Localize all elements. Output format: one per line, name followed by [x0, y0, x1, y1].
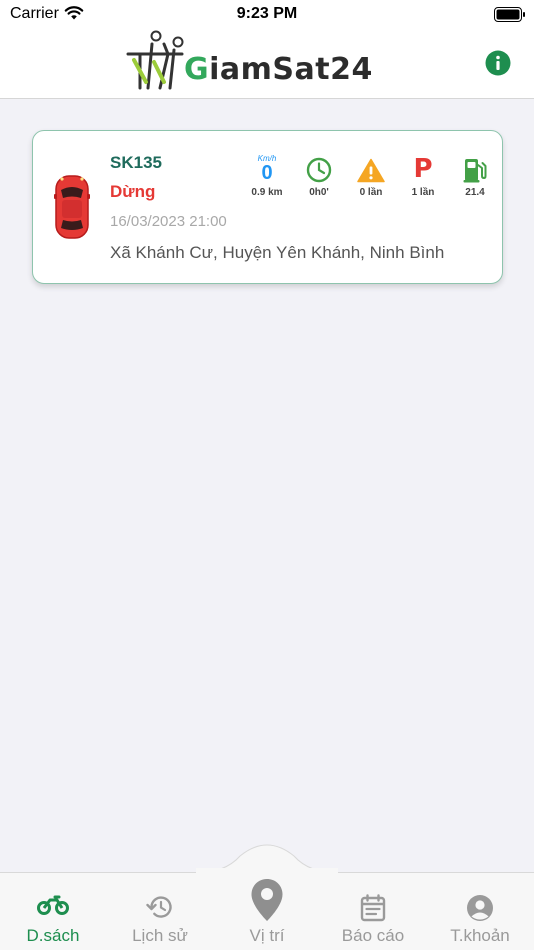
- tab-history-label: Lịch sử: [132, 926, 188, 945]
- warning-stat: 0 lần: [347, 153, 395, 198]
- tab-report[interactable]: Báo cáo: [320, 872, 426, 950]
- tab-list-label: D.sách: [26, 926, 80, 945]
- parking-count: 1 lần: [411, 187, 435, 198]
- logo-figures-icon: [126, 30, 184, 90]
- fuel-stat: 21.4: [451, 153, 499, 198]
- vehicle-address: Xã Khánh Cư, Huyện Yên Khánh, Ninh Bình: [110, 243, 445, 262]
- duration-stat: 0h0': [295, 153, 343, 198]
- clock-time: 9:23 PM: [236, 5, 298, 22]
- fuel-pump-icon: [463, 159, 487, 183]
- calendar-report-icon: [360, 894, 386, 922]
- app-header: GiamSat24: [0, 30, 534, 99]
- car-icon: [54, 175, 90, 239]
- tab-report-label: Báo cáo: [341, 926, 405, 945]
- account-icon: [467, 895, 493, 921]
- vehicle-card[interactable]: SK135 Dừng 16/03/2023 21:00 Xã Khánh Cư,…: [32, 130, 503, 284]
- tab-history[interactable]: Lịch sử: [107, 872, 213, 950]
- history-icon: [146, 896, 172, 918]
- logo-wordmark: GiamSat24: [184, 52, 373, 87]
- duration-value: 0h0': [309, 187, 329, 198]
- last-update-time: 16/03/2023 21:00: [110, 213, 227, 230]
- parking-icon: P: [413, 154, 433, 184]
- distance-value: 0.9 km: [251, 187, 283, 198]
- status-bar: Carrier 9:23 PM: [0, 0, 534, 30]
- fuel-value: 21.4: [465, 187, 485, 198]
- tab-location[interactable]: Vị trí: [214, 872, 320, 950]
- clock-icon: [306, 157, 332, 183]
- warning-count: 0 lần: [359, 187, 383, 198]
- parking-stat: P 1 lần: [399, 153, 447, 198]
- battery-icon: [494, 7, 526, 27]
- speed-stat: Km/h 0 0.9 km: [243, 153, 291, 198]
- location-pin-icon: [251, 879, 283, 921]
- tab-list[interactable]: D.sách: [0, 872, 106, 950]
- vehicle-plate: SK135: [110, 153, 162, 172]
- warning-icon: [357, 158, 385, 183]
- motorbike-icon: [37, 895, 69, 915]
- tab-account-label: T.khoản: [450, 926, 510, 945]
- info-icon[interactable]: [485, 50, 511, 76]
- tab-account[interactable]: T.khoản: [427, 872, 533, 950]
- tab-location-label: Vị trí: [249, 926, 285, 945]
- vehicle-status: Dừng: [110, 182, 156, 201]
- app-logo: GiamSat24: [126, 30, 372, 92]
- speed-value: 0: [261, 162, 273, 184]
